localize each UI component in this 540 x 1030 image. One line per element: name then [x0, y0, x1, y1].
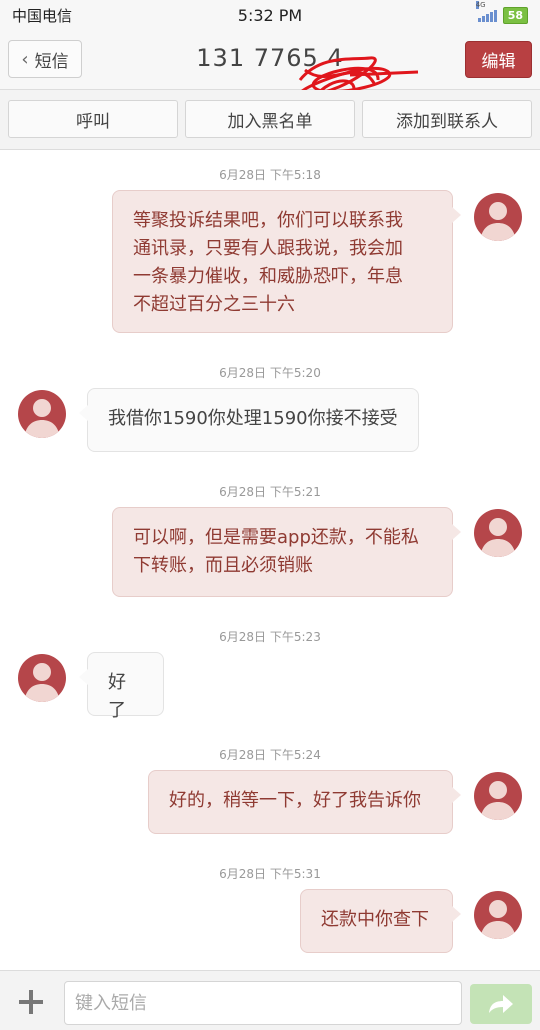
avatar[interactable]	[474, 772, 522, 820]
send-arrow-icon	[489, 995, 513, 1013]
sent-message-bubble[interactable]: 等聚投诉结果吧，你们可以联系我 通讯录，只要有人跟我说，我会加 一条暴力催收，和…	[112, 190, 461, 333]
battery-icon: 58	[502, 6, 528, 24]
message-text-line: 好的，稍等一下，好了我告诉你	[169, 790, 421, 811]
message-text-line: 一条暴力催收，和威胁恐吓，年息	[133, 266, 403, 287]
message-text-line: 还款中你查下	[321, 909, 429, 930]
send-button[interactable]	[470, 984, 532, 1024]
person-icon	[480, 781, 516, 820]
message-text-line: 通讯录，只要有人跟我说，我会加	[133, 238, 403, 259]
message-input[interactable]	[64, 981, 462, 1025]
status-indicators: 4G 58	[475, 1, 528, 24]
message-timestamp: 6月28日 下午5:20	[219, 366, 321, 380]
network-type-label: 4G	[475, 1, 486, 9]
avatar[interactable]	[18, 654, 66, 702]
sent-message-bubble[interactable]: 还款中你查下	[300, 889, 461, 953]
carrier-label: 中国电信	[12, 6, 73, 25]
signal-icon: 4G	[475, 1, 497, 22]
person-icon	[480, 900, 516, 939]
status-time: 5:32 PM	[237, 5, 303, 25]
sent-message-bubble[interactable]: 好的，稍等一下，好了我告诉你	[148, 770, 461, 834]
avatar[interactable]	[474, 509, 522, 557]
message-timestamp: 6月28日 下午5:21	[219, 485, 321, 499]
person-icon	[24, 399, 60, 438]
message-text-line: 等聚投诉结果吧，你们可以联系我	[133, 210, 403, 231]
back-button[interactable]: ‹ 短信	[8, 40, 82, 78]
message-timestamp: 6月28日 下午5:23	[219, 630, 321, 644]
message-timestamp: 6月28日 下午5:18	[219, 168, 321, 182]
back-button-label: 短信	[34, 51, 69, 72]
message-thread[interactable]: 6月28日 下午5:18 等聚投诉结果吧，你们可以联系我 通讯录，只要有人跟我说…	[0, 150, 540, 970]
message-text-line: 可以啊，但是需要app还款，不能私	[133, 527, 419, 548]
message-text-line: 下转账，而且必须销账	[133, 555, 313, 576]
avatar[interactable]	[18, 390, 66, 438]
add-attachment-button[interactable]	[14, 985, 48, 1019]
edit-button[interactable]: 编辑	[465, 41, 532, 78]
add-to-blacklist-button[interactable]: 加入黑名单	[185, 100, 355, 138]
status-bar: 中国电信 5:32 PM 4G 58	[0, 0, 540, 30]
plus-icon	[19, 990, 43, 1014]
person-icon	[24, 663, 60, 702]
received-message-bubble[interactable]: 我借你1590你处理1590你接不接受	[79, 388, 419, 452]
call-button[interactable]: 呼叫	[8, 100, 178, 138]
message-text-line: 我借你1590你处理1590你接不接受	[108, 408, 398, 429]
person-icon	[480, 518, 516, 557]
navigation-bar: ‹ 短信 131 7765 4 编辑	[0, 30, 540, 101]
message-text-line: 好了	[108, 672, 126, 721]
message-composer	[0, 970, 540, 1030]
chevron-left-icon: ‹	[21, 48, 29, 70]
add-to-contacts-button[interactable]: 添加到联系人	[362, 100, 532, 138]
sent-message-bubble[interactable]: 可以啊，但是需要app还款，不能私 下转账，而且必须销账	[112, 507, 461, 597]
person-icon	[480, 202, 516, 241]
avatar[interactable]	[474, 891, 522, 939]
received-message-bubble[interactable]: 好了	[79, 652, 164, 721]
contact-action-bar: 呼叫 加入黑名单 添加到联系人	[0, 90, 540, 150]
avatar[interactable]	[474, 193, 522, 241]
message-text-line: 不超过百分之三十六	[133, 294, 295, 315]
message-timestamp: 6月28日 下午5:24	[219, 748, 321, 762]
message-timestamp: 6月28日 下午5:31	[219, 867, 321, 881]
